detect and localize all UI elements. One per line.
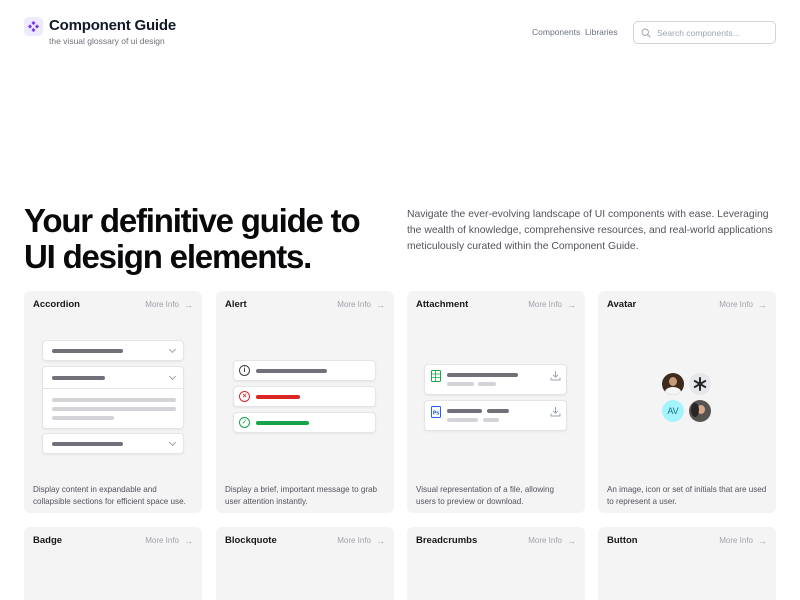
hero-title: Your definitive guide to UI design eleme… bbox=[24, 202, 361, 275]
chevron-down-icon bbox=[168, 438, 177, 447]
search-box[interactable] bbox=[633, 21, 776, 44]
card-description: Display a brief, important message to gr… bbox=[225, 485, 378, 506]
card-breadcrumbs[interactable]: Breadcrumbs More Info → bbox=[407, 527, 585, 600]
avatar-photo bbox=[689, 400, 711, 422]
card-title: Avatar bbox=[607, 299, 637, 310]
search-icon bbox=[641, 27, 651, 37]
download-icon[interactable] bbox=[550, 370, 561, 381]
arrow-right-icon: → bbox=[376, 299, 385, 310]
avatar-initials: AV bbox=[662, 400, 684, 422]
card-alert[interactable]: Alert More Info → i × ✓ Display a brief, … bbox=[216, 291, 394, 513]
card-button[interactable]: Button More Info → bbox=[598, 527, 776, 600]
nav-link-components[interactable]: Components bbox=[532, 27, 580, 37]
star-logo-icon bbox=[689, 373, 711, 395]
card-description: Visual representation of a file, allowin… bbox=[416, 485, 554, 506]
card-attachment[interactable]: Attachment More Info → Ps Visual represe… bbox=[407, 291, 585, 513]
download-icon[interactable] bbox=[550, 406, 561, 417]
success-icon: ✓ bbox=[239, 417, 250, 428]
excel-file-icon bbox=[431, 370, 441, 382]
card-title: Button bbox=[607, 535, 638, 546]
card-badge[interactable]: Badge More Info → bbox=[24, 527, 202, 600]
arrow-right-icon: → bbox=[184, 299, 193, 310]
avatar-photo bbox=[662, 373, 684, 395]
more-info-link[interactable]: More Info → bbox=[337, 300, 385, 310]
search-input[interactable] bbox=[657, 27, 767, 38]
hero-description: Navigate the ever-evolving landscape of … bbox=[407, 209, 773, 252]
card-description: An image, icon or set of initials that a… bbox=[607, 485, 767, 506]
more-info-link[interactable]: More Info → bbox=[528, 300, 576, 310]
photoshop-file-icon: Ps bbox=[431, 406, 441, 418]
site-title[interactable]: Component Guide bbox=[49, 17, 176, 34]
nav-link-libraries[interactable]: Libraries bbox=[585, 27, 618, 37]
card-title: Attachment bbox=[416, 299, 469, 310]
more-info-link[interactable]: More Info → bbox=[337, 536, 385, 546]
arrow-right-icon: → bbox=[567, 299, 576, 310]
card-avatar[interactable]: Avatar More Info → AV An image, icon or s… bbox=[598, 291, 776, 513]
more-info-link[interactable]: More Info → bbox=[145, 300, 193, 310]
logo-icon[interactable] bbox=[24, 17, 43, 36]
arrow-right-icon: → bbox=[758, 299, 767, 310]
card-title: Alert bbox=[225, 299, 247, 310]
chevron-down-icon bbox=[168, 372, 177, 381]
arrow-right-icon: → bbox=[567, 535, 576, 546]
more-info-link[interactable]: More Info → bbox=[145, 536, 193, 546]
card-accordion[interactable]: Accordion More Info → Display content in … bbox=[24, 291, 202, 513]
error-icon: × bbox=[239, 391, 250, 402]
arrow-right-icon: → bbox=[758, 535, 767, 546]
site-subtitle: the visual glossary of ui design bbox=[49, 36, 165, 46]
card-title: Badge bbox=[33, 535, 63, 546]
svg-text:Ps: Ps bbox=[433, 410, 440, 416]
card-title: Blockquote bbox=[225, 535, 277, 546]
more-info-link[interactable]: More Info → bbox=[719, 300, 767, 310]
arrow-right-icon: → bbox=[184, 535, 193, 546]
more-info-link[interactable]: More Info → bbox=[719, 536, 767, 546]
more-info-link[interactable]: More Info → bbox=[528, 536, 576, 546]
info-icon: i bbox=[239, 365, 250, 376]
card-title: Accordion bbox=[33, 299, 80, 310]
card-blockquote[interactable]: Blockquote More Info → bbox=[216, 527, 394, 600]
card-description: Display content in expandable and collap… bbox=[33, 485, 186, 506]
card-title: Breadcrumbs bbox=[416, 535, 478, 546]
arrow-right-icon: → bbox=[376, 535, 385, 546]
chevron-down-icon bbox=[168, 345, 177, 354]
